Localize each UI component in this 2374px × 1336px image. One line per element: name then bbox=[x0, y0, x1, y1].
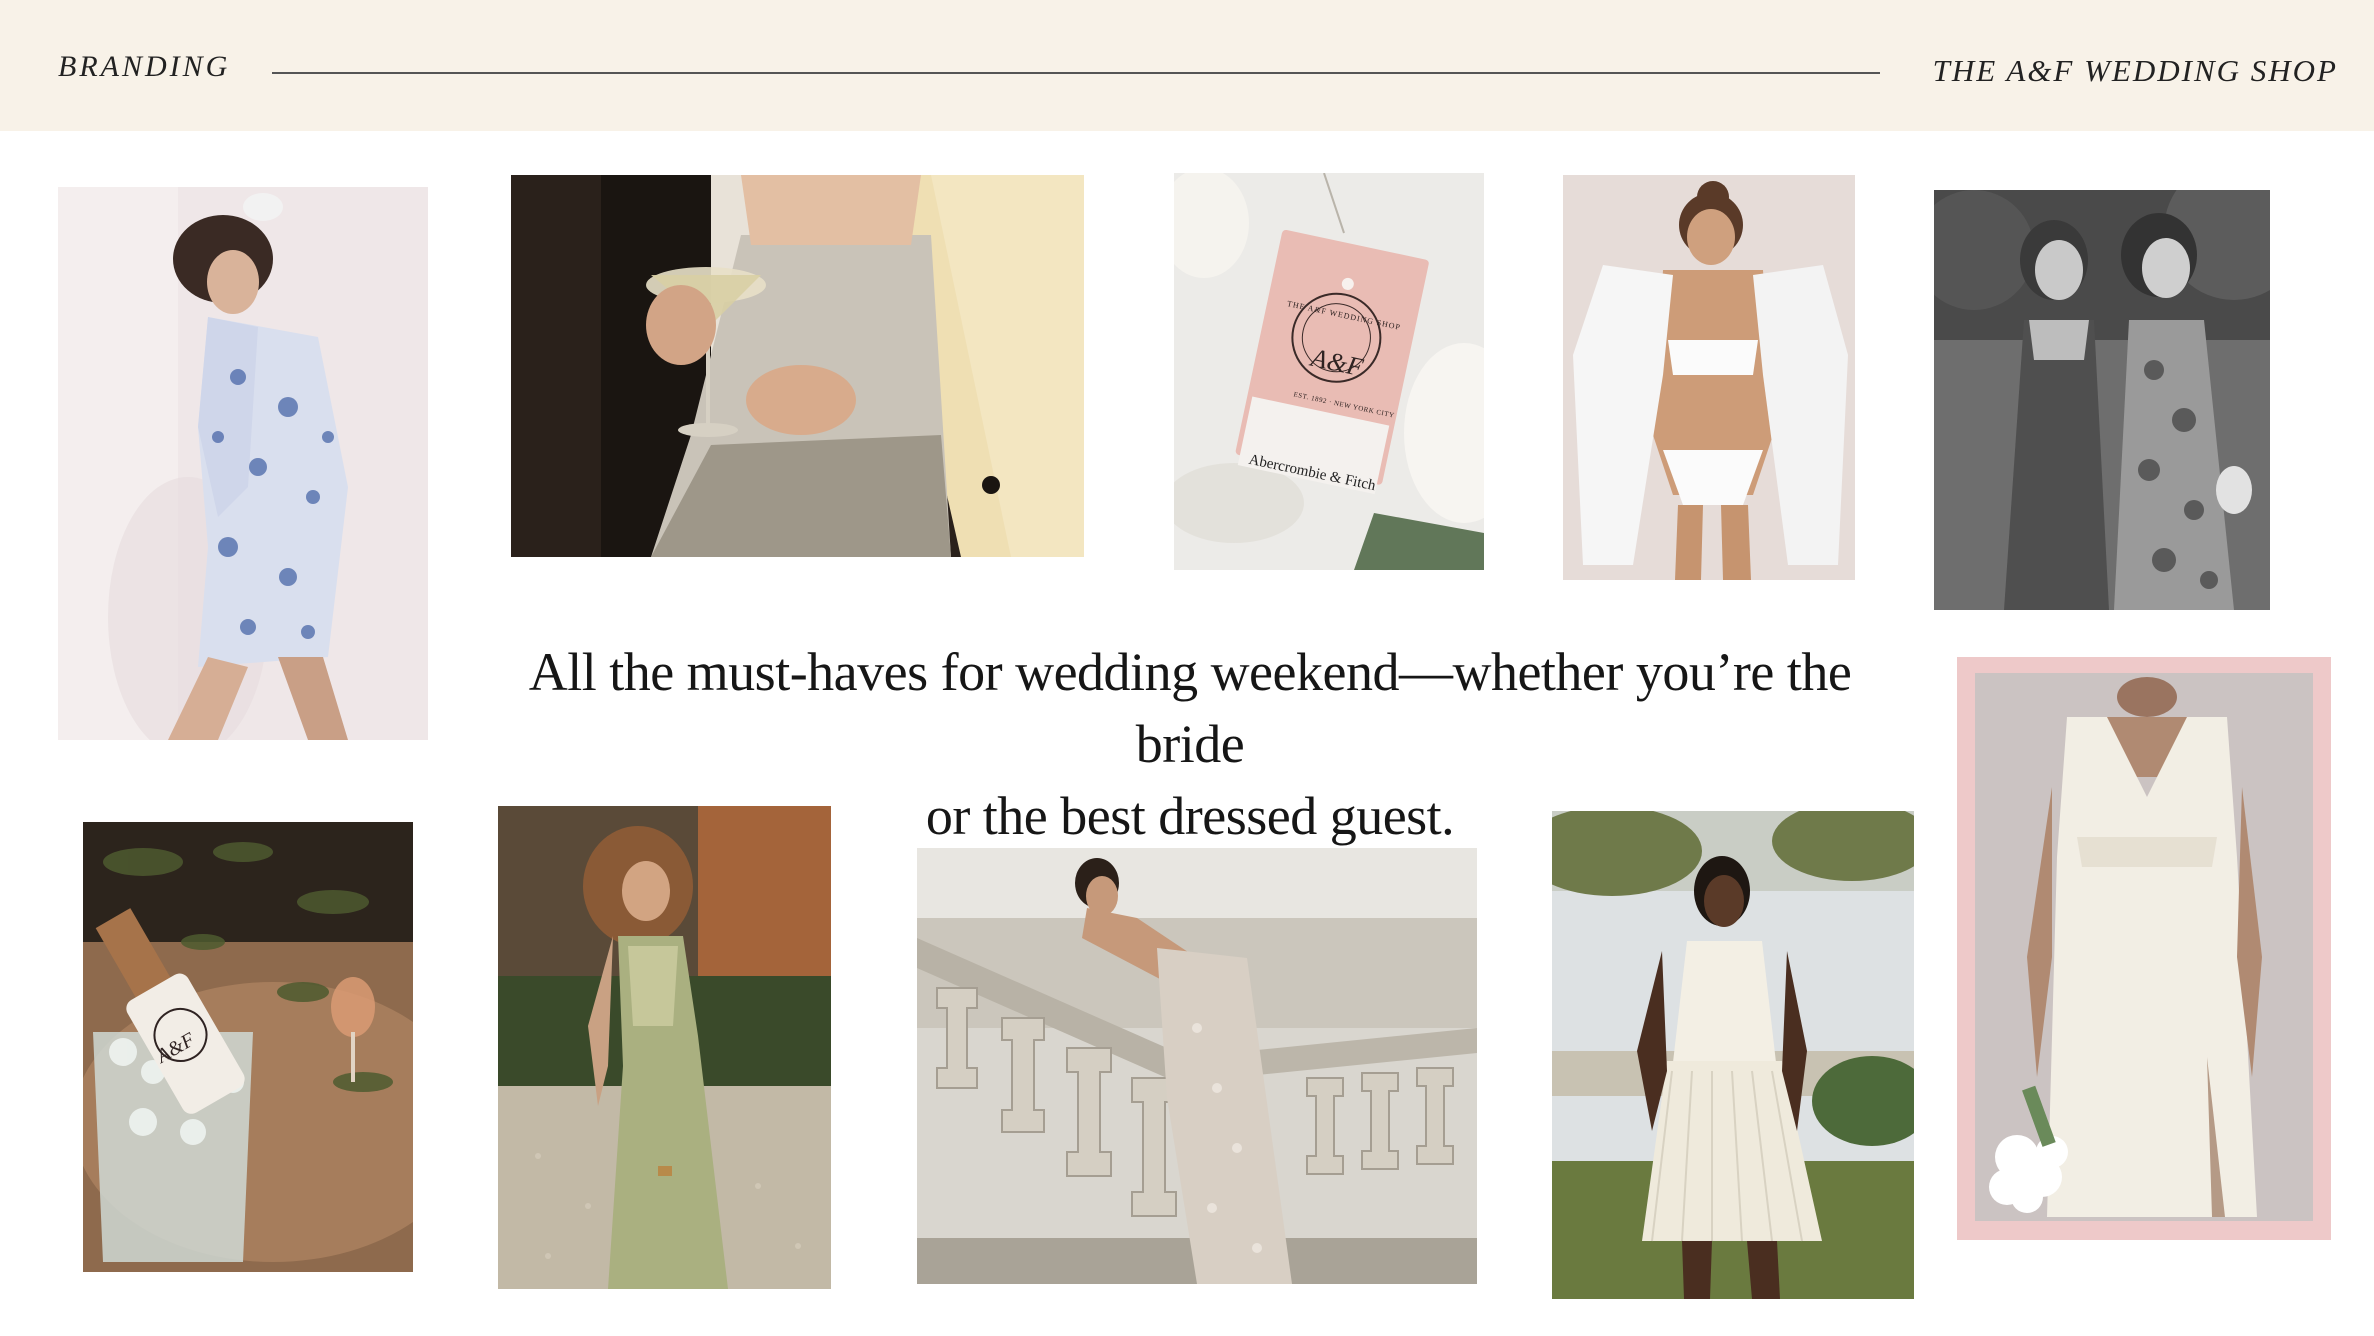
tagline: All the must-haves for wedding weekend—w… bbox=[480, 636, 1900, 852]
photo-ice-bucket: A&F bbox=[83, 822, 413, 1272]
photo-satin-slip-dress bbox=[1957, 657, 2331, 1240]
photo-hang-tag: A&F THE A&F WEDDING SHOP EST. 1892 · NEW… bbox=[1174, 173, 1484, 570]
photo-sage-satin-dress bbox=[498, 806, 831, 1289]
photo-champagne-coupe bbox=[511, 175, 1084, 557]
photo-sequin-gown-balustrade bbox=[917, 848, 1477, 1284]
photo-floral-pajama bbox=[58, 187, 428, 740]
section-label: BRANDING bbox=[58, 50, 231, 83]
header-divider bbox=[272, 72, 1880, 74]
photo-two-guests-bw bbox=[1934, 190, 2270, 610]
photo-white-pleated-dress bbox=[1552, 811, 1914, 1299]
page-header: BRANDING THE A&F WEDDING SHOP bbox=[0, 0, 2374, 131]
tagline-line-2: or the best dressed guest. bbox=[925, 786, 1455, 846]
brand-label: THE A&F WEDDING SHOP bbox=[1932, 53, 2338, 88]
photo-white-bikini bbox=[1563, 175, 1855, 580]
tagline-line-1: All the must-haves for wedding weekend—w… bbox=[528, 642, 1852, 774]
